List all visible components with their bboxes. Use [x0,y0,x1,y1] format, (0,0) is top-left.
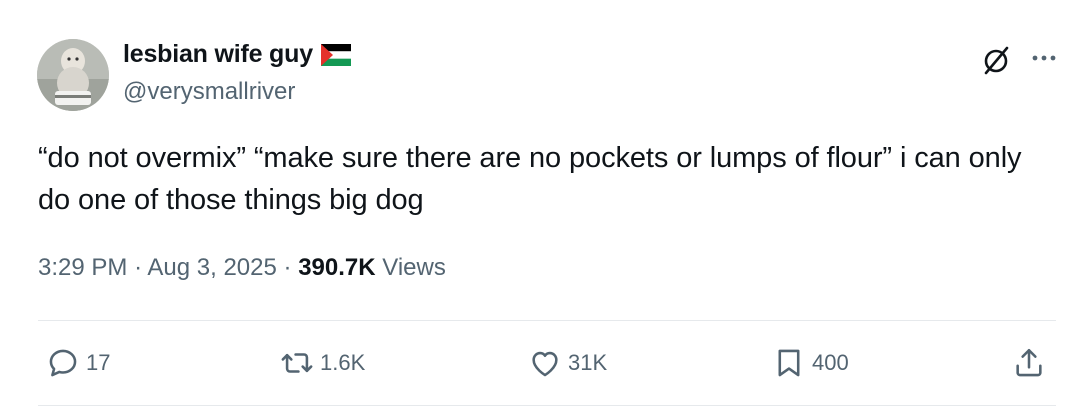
heart-icon [532,351,558,377]
share-button[interactable] [1012,345,1046,381]
bookmark-icon [778,349,800,377]
reply-count: 17 [86,350,111,375]
tweet-text: “do not overmix” “make sure there are no… [38,142,1022,216]
tweet-meta: 3:29 PM · Aug 3, 2025 · 390.7K Views [38,254,446,282]
like-count: 31K [568,350,608,375]
like-button[interactable]: 31K [528,345,607,381]
author-name-row[interactable]: lesbian wife guy [123,40,351,69]
divider [38,405,1056,406]
more-options-icon[interactable] [1030,44,1058,72]
repost-count: 1.6K [320,350,366,375]
meta-separator: · [134,254,148,281]
repost-icon [281,353,313,373]
tweet-time[interactable]: 3:29 PM [38,254,127,281]
avatar[interactable] [37,39,109,111]
bookmark-count: 400 [812,350,849,375]
reply-button[interactable]: 17 [46,345,110,381]
repost-button[interactable]: 1.6K [280,345,365,381]
bookmark-button[interactable]: 400 [772,345,849,381]
views-count: 390.7K [298,254,376,281]
views-label: Views [382,254,446,281]
divider [38,320,1056,321]
grok-icon[interactable] [980,44,1012,76]
share-icon [1016,348,1042,377]
palestine-flag-icon [320,43,351,66]
tweet-date[interactable]: Aug 3, 2025 [147,254,276,281]
display-name[interactable]: lesbian wife guy [123,40,313,69]
meta-separator: · [283,254,299,281]
reply-icon [49,349,77,377]
author-handle[interactable]: @verysmallriver [123,78,295,106]
